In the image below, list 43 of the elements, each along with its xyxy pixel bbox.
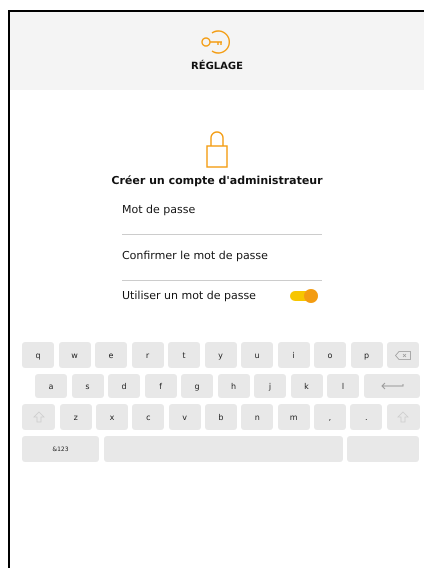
key[interactable]: i <box>278 342 310 368</box>
key[interactable]: p <box>350 342 382 368</box>
enter-key[interactable] <box>364 374 420 398</box>
key[interactable]: h <box>218 374 250 398</box>
key[interactable]: b <box>205 404 237 430</box>
key[interactable]: y <box>204 342 236 368</box>
key[interactable]: q <box>22 342 54 368</box>
key[interactable]: t <box>168 342 200 368</box>
password-field[interactable]: Mot de passe <box>122 197 322 235</box>
key[interactable]: u <box>241 342 273 368</box>
key[interactable]: k <box>290 374 322 398</box>
key[interactable]: x <box>96 404 128 430</box>
key[interactable]: e <box>95 342 127 368</box>
toggle-label: Utiliser un mot de passe <box>122 289 256 302</box>
key[interactable]: a <box>35 374 67 398</box>
toggle-switch[interactable] <box>290 290 316 300</box>
shift-key[interactable] <box>386 404 420 430</box>
enter-arrow-icon <box>380 382 404 390</box>
key[interactable]: . <box>350 404 382 430</box>
key[interactable]: n <box>241 404 274 430</box>
key[interactable]: w <box>58 342 90 368</box>
key[interactable]: c <box>132 404 164 430</box>
screen-title: RÉGLAGE <box>191 61 243 72</box>
backspace-icon <box>395 350 411 360</box>
backspace-key[interactable] <box>387 342 419 368</box>
key[interactable]: f <box>144 374 176 398</box>
key[interactable]: s <box>72 374 104 398</box>
key[interactable]: o <box>314 342 346 368</box>
key[interactable]: g <box>181 374 213 398</box>
key[interactable]: m <box>278 404 310 430</box>
key[interactable]: , <box>314 404 346 430</box>
form-heading: Créer un compte d'administrateur <box>111 174 323 187</box>
shift-key[interactable] <box>22 404 56 430</box>
padlock-icon <box>206 130 228 168</box>
key[interactable]: j <box>254 374 286 398</box>
key[interactable]: r <box>132 342 164 368</box>
shift-icon <box>32 411 45 423</box>
key[interactable]: z <box>60 404 92 430</box>
password-field[interactable]: Confirmer le mot de passe <box>122 243 322 281</box>
key[interactable]: d <box>108 374 140 398</box>
key[interactable]: v <box>168 404 201 430</box>
key[interactable]: l <box>327 374 359 398</box>
shift-icon <box>397 411 410 423</box>
